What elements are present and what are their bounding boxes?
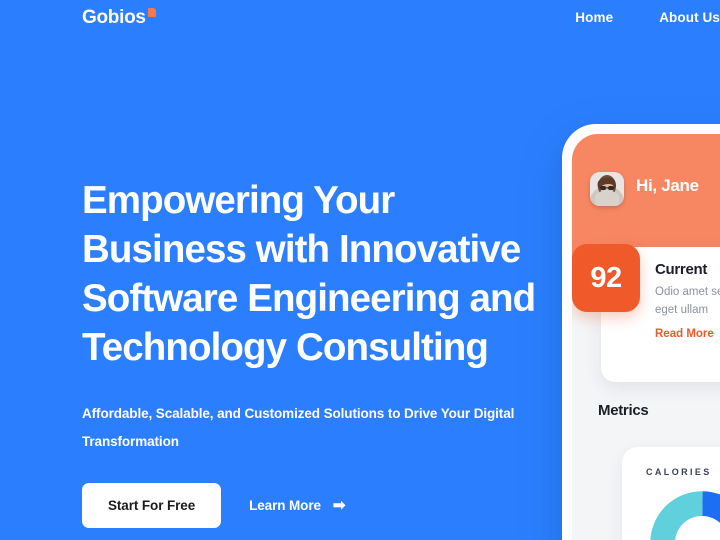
donut-chart-svg [650,491,720,540]
avatar [590,172,624,206]
greeting-text: Hi, Jane [636,176,699,195]
score-card-body: Current Odio amet sed nibh n eget ullam … [655,261,720,366]
hero-cta-row: Start For Free Learn More ➡ [82,483,562,528]
score-card-title: Current [655,261,708,278]
site-header: Gobios Home About Us [0,0,720,40]
learn-more-label: Learn More [249,498,321,513]
donut-segment-b [650,491,720,540]
page-title: Empowering Your Business with Innovative… [82,179,536,369]
primary-nav: Home About Us [575,10,720,25]
brand-logo-text: Gobios [82,7,146,28]
read-more-link[interactable]: Read More [655,328,720,340]
score-badge: 92 [572,244,640,312]
brand-logo[interactable]: Gobios [82,7,156,29]
start-for-free-button[interactable]: Start For Free [82,483,222,528]
calories-label: CALORIES [646,467,712,477]
nav-link-home[interactable]: Home [575,10,613,25]
nav-link-about-us[interactable]: About Us [659,10,720,25]
score-card[interactable]: 92 Current Odio amet sed nibh n eget ull… [572,244,720,382]
phone-screen: Hi, Jane 92 Current Odio amet sed nibh n… [572,134,720,540]
metrics-heading: Metrics [598,402,649,419]
calories-card[interactable]: CALORIES [622,447,720,540]
calories-donut-chart [650,491,720,540]
arrow-right-icon: ➡ [332,497,346,514]
score-card-description: Odio amet sed nibh n eget ullam [655,286,720,316]
phone-mockup: Hi, Jane 92 Current Odio amet sed nibh n… [562,124,720,540]
avatar-photo-icon [590,172,624,206]
brand-logo-mark-icon [147,8,156,17]
learn-more-link[interactable]: Learn More ➡ [249,498,345,513]
hero-section: Empowering Your Business with Innovative… [82,176,562,528]
hero-subheadline: Affordable, Scalable, and Customized Sol… [82,406,515,449]
